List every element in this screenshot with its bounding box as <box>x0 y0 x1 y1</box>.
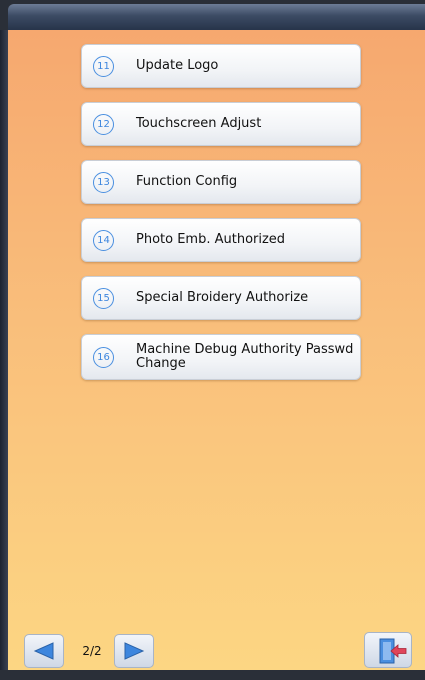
menu-item-label: Function Config <box>136 174 238 189</box>
menu-item-label: Machine Debug Authority Passwd Change <box>136 342 354 371</box>
number-16-icon: 16 <box>93 346 114 368</box>
number-14-icon: 14 <box>93 229 114 251</box>
menu-item-update-logo[interactable]: 11 Update Logo <box>81 44 361 88</box>
settings-menu: 11 Update Logo 12 Touchscreen Adjust 13 … <box>81 44 361 394</box>
arrow-right-icon <box>124 642 145 660</box>
menu-item-label: Special Broidery Authorize <box>136 290 309 305</box>
menu-item-function-config[interactable]: 13 Function Config <box>81 160 361 204</box>
bottom-toolbar: 2/2 <box>8 590 425 670</box>
menu-item-special-broidery-authorize[interactable]: 15 Special Broidery Authorize <box>81 276 361 320</box>
menu-item-photo-emb-authorized[interactable]: 14 Photo Emb. Authorized <box>81 218 361 262</box>
settings-panel: 11 Update Logo 12 Touchscreen Adjust 13 … <box>8 30 425 670</box>
arrow-left-icon <box>33 642 54 660</box>
menu-item-machine-debug-passwd-change[interactable]: 16 Machine Debug Authority Passwd Change <box>81 334 361 380</box>
number-13-icon: 13 <box>93 171 114 193</box>
menu-item-label: Update Logo <box>136 58 219 73</box>
menu-item-label: Photo Emb. Authorized <box>136 232 286 247</box>
window-left-edge <box>0 30 8 670</box>
title-bar <box>8 4 425 31</box>
menu-item-touchscreen-adjust[interactable]: 12 Touchscreen Adjust <box>81 102 361 146</box>
exit-door-icon <box>379 638 407 664</box>
menu-item-label: Touchscreen Adjust <box>136 116 262 131</box>
number-12-icon: 12 <box>93 113 114 135</box>
number-15-icon: 15 <box>93 287 114 309</box>
exit-button[interactable] <box>364 632 412 668</box>
next-page-button[interactable] <box>114 634 154 668</box>
number-11-icon: 11 <box>93 55 114 77</box>
page-indicator: 2/2 <box>82 644 102 658</box>
prev-page-button[interactable] <box>24 634 64 668</box>
